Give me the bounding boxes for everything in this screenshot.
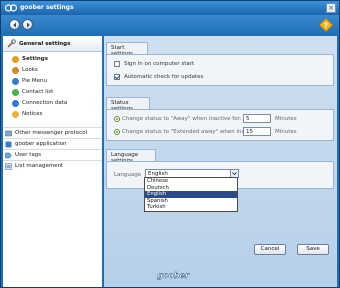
- gear-icon: [12, 56, 19, 63]
- protocol-icon: [5, 130, 12, 137]
- save-button[interactable]: Save: [297, 244, 329, 255]
- sidebar-group-label: goober application: [15, 141, 67, 147]
- settings-sidebar: General settings Settings Looks Pie Menu…: [3, 36, 102, 287]
- close-icon: ×: [328, 4, 334, 12]
- sidebar-item-settings[interactable]: Settings: [3, 54, 102, 65]
- arrow-right-icon: [27, 22, 30, 28]
- away-status-radio[interactable]: [114, 116, 120, 122]
- language-option-english[interactable]: English: [145, 191, 237, 198]
- away-minutes-unit: Minutes: [275, 116, 297, 122]
- application-icon: [5, 141, 12, 148]
- tag-icon: [5, 152, 12, 159]
- toolbar: ?: [1, 15, 339, 35]
- sidebar-header-label: General settings: [19, 41, 71, 47]
- sidebar-header-general-settings[interactable]: General settings: [3, 36, 102, 52]
- language-settings-title: Language settings: [106, 149, 156, 164]
- contact-list-icon: [12, 89, 19, 96]
- help-gem-icon[interactable]: ?: [319, 18, 333, 32]
- sidebar-group-label: User tags: [15, 152, 42, 158]
- goober-logo-icon: [5, 4, 17, 12]
- back-button[interactable]: [9, 19, 20, 30]
- status-settings-group: Change status to "Away" when inactive fo…: [106, 109, 334, 141]
- auto-update-checkbox[interactable]: [114, 74, 120, 80]
- auto-update-label: Automatic check for updates: [124, 74, 204, 80]
- cancel-button[interactable]: Cancel: [254, 244, 286, 255]
- sidebar-item-label: Contact list: [22, 89, 54, 95]
- goober-brand-logo: goober: [157, 271, 190, 280]
- status-settings-title: Status settings: [106, 97, 150, 112]
- sidebar-group-list-management[interactable]: List management: [3, 160, 102, 171]
- language-option-deutsch[interactable]: Deutsch: [145, 185, 237, 192]
- chevron-down-icon: [230, 170, 238, 177]
- language-option-spanish[interactable]: Spanish: [145, 198, 237, 205]
- sidebar-item-label: Connection data: [22, 100, 68, 106]
- sidebar-item-looks[interactable]: Looks: [3, 65, 102, 76]
- sign-in-on-start-checkbox[interactable]: [114, 61, 120, 67]
- forward-button[interactable]: [22, 19, 33, 30]
- settings-content: Start settings Sign in on computer start…: [104, 36, 337, 287]
- start-settings-group: Sign in on computer start Automatic chec…: [106, 54, 334, 86]
- palette-icon: [12, 67, 19, 74]
- window-title: goober settings: [20, 4, 74, 11]
- sidebar-item-label: Notices: [22, 111, 43, 117]
- settings-window: goober settings × ? General settings Set…: [0, 0, 340, 288]
- list-icon: [5, 163, 12, 170]
- arrow-left-icon: [13, 22, 16, 28]
- sidebar-item-pie-menu[interactable]: Pie Menu: [3, 76, 102, 87]
- sidebar-group-goober-application[interactable]: goober application: [3, 138, 102, 149]
- sidebar-item-connection-data[interactable]: Connection data: [3, 98, 102, 109]
- tools-icon: [7, 39, 16, 48]
- language-label: Language: [114, 172, 142, 178]
- svg-text:?: ?: [324, 22, 328, 30]
- language-option-chinese[interactable]: Chinese: [145, 178, 237, 185]
- sidebar-group-label: List management: [15, 163, 64, 169]
- title-bar[interactable]: goober settings ×: [1, 1, 339, 15]
- pie-menu-icon: [12, 78, 19, 85]
- sidebar-item-label: Pie Menu: [22, 78, 47, 84]
- connection-icon: [12, 100, 19, 107]
- away-minutes-input[interactable]: 5: [243, 114, 271, 123]
- sidebar-item-label: Settings: [22, 56, 48, 62]
- close-button[interactable]: ×: [326, 3, 336, 13]
- sidebar-group-label: Other messenger protocol: [15, 130, 88, 136]
- sidebar-item-notices[interactable]: Notices: [3, 109, 102, 120]
- language-dropdown-list: Chinese Deutsch English Spanish Turkish: [144, 177, 238, 212]
- sign-in-on-start-label: Sign in on computer start: [124, 61, 195, 67]
- extended-away-minutes-unit: Minutes: [275, 129, 297, 135]
- start-settings-title: Start settings: [106, 42, 148, 57]
- extended-away-minutes-input[interactable]: 15: [243, 127, 271, 136]
- sidebar-group-user-tags[interactable]: User tags: [3, 149, 102, 160]
- sidebar-item-contact-list[interactable]: Contact list: [3, 87, 102, 98]
- language-option-turkish[interactable]: Turkish: [145, 204, 237, 211]
- brand-logo-text: goober: [157, 271, 190, 280]
- away-status-label: Change status to "Away" when inactive fo…: [122, 116, 242, 122]
- extended-away-radio[interactable]: [114, 129, 120, 135]
- sidebar-item-label: Looks: [22, 67, 38, 73]
- notices-icon: [12, 111, 19, 118]
- sidebar-group-other-messenger-protocol[interactable]: Other messenger protocol: [3, 127, 102, 138]
